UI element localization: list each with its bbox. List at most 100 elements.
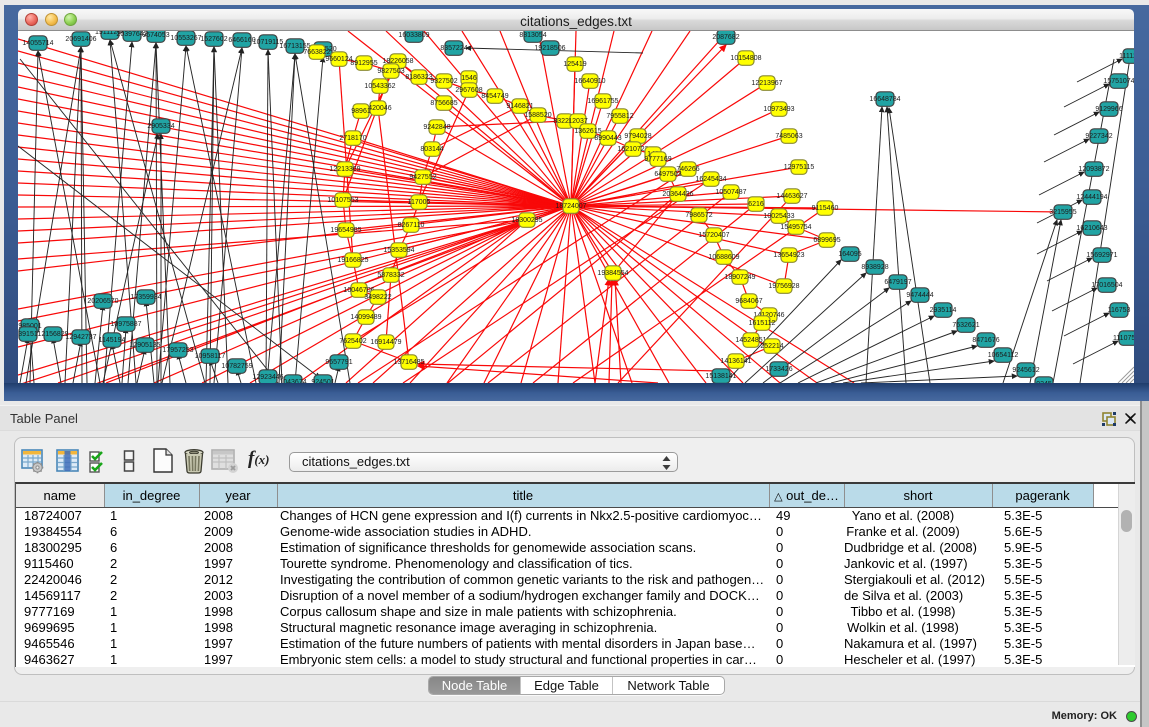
svg-text:15720407: 15720407 <box>698 232 729 239</box>
svg-text:9777169: 9777169 <box>644 156 671 163</box>
svg-text:18300295: 18300295 <box>511 217 542 224</box>
svg-text:6899695: 6899695 <box>813 237 840 244</box>
svg-text:7955812: 7955812 <box>606 113 633 120</box>
svg-text:9245: 9245 <box>1036 381 1052 383</box>
svg-text:9146821: 9146821 <box>506 103 533 110</box>
svg-text:8990443: 8990443 <box>594 135 621 142</box>
svg-text:19756928: 19756928 <box>768 283 799 290</box>
svg-text:3498222: 3498222 <box>364 294 391 301</box>
svg-text:9674053: 9674053 <box>142 32 169 39</box>
svg-text:9474444: 9474444 <box>906 292 933 299</box>
svg-text:20364436: 20364436 <box>662 191 693 198</box>
svg-text:12156829: 12156829 <box>37 331 68 338</box>
svg-text:14136141: 14136141 <box>720 358 751 365</box>
svg-text:116753: 116753 <box>1108 307 1131 314</box>
svg-text:10543362: 10543362 <box>364 83 395 90</box>
svg-text:7663822: 7663822 <box>303 49 330 56</box>
svg-text:5878332: 5878332 <box>377 272 404 279</box>
svg-text:9657791: 9657791 <box>325 359 352 366</box>
svg-text:15692971: 15692971 <box>1086 252 1117 259</box>
svg-text:3215955: 3215955 <box>1049 209 1076 216</box>
svg-text:8938928: 8938928 <box>861 264 888 271</box>
svg-text:2905334: 2905334 <box>147 123 174 130</box>
svg-text:11107537: 11107537 <box>1113 335 1134 342</box>
svg-text:9115460: 9115460 <box>812 205 839 212</box>
svg-text:2967608: 2967608 <box>455 87 482 94</box>
svg-text:2935114: 2935114 <box>930 307 957 314</box>
svg-text:10975887: 10975887 <box>110 321 141 328</box>
svg-text:1145194: 1145194 <box>99 337 126 344</box>
svg-text:18724007: 18724007 <box>555 203 586 210</box>
svg-text:1733426: 1733426 <box>765 366 792 373</box>
svg-text:1043674: 1043674 <box>279 379 306 383</box>
svg-text:6216: 6216 <box>748 201 764 208</box>
svg-text:8454749: 8454749 <box>481 93 508 100</box>
svg-text:10507487: 10507487 <box>715 189 746 196</box>
svg-text:9827503: 9827503 <box>377 68 404 75</box>
svg-text:2087682: 2087682 <box>712 34 739 41</box>
svg-text:9427552: 9427552 <box>409 174 436 181</box>
svg-text:12444194: 12444194 <box>1076 194 1107 201</box>
svg-text:15353594: 15353594 <box>383 247 414 254</box>
svg-text:9660124: 9660124 <box>325 56 352 63</box>
svg-text:10553267: 10553267 <box>170 35 201 42</box>
svg-text:1111264: 1111264 <box>1119 53 1134 60</box>
svg-text:7625402: 7625402 <box>339 338 366 345</box>
svg-text:16914479: 16914479 <box>370 339 401 346</box>
svg-text:1588520: 1588520 <box>524 112 551 119</box>
svg-text:14099489: 14099489 <box>350 314 381 321</box>
svg-text:16210722: 16210722 <box>617 146 648 153</box>
svg-text:6466160: 6466160 <box>228 37 255 44</box>
svg-text:10782759: 10782759 <box>221 363 252 370</box>
svg-text:16640910: 16640910 <box>574 78 605 85</box>
svg-text:14463627: 14463627 <box>776 193 807 200</box>
svg-text:12213967: 12213967 <box>751 80 782 87</box>
svg-text:14055714: 14055714 <box>22 40 53 47</box>
svg-text:10654112: 10654112 <box>988 352 1019 359</box>
svg-text:10107553: 10107553 <box>327 197 358 204</box>
svg-text:9242848: 9242848 <box>423 124 450 131</box>
svg-text:8357224: 8357224 <box>440 45 467 52</box>
svg-text:252214: 252214 <box>760 343 783 350</box>
svg-text:16648784: 16648784 <box>869 96 900 103</box>
svg-text:16245434: 16245434 <box>695 176 726 183</box>
svg-text:16961755: 16961755 <box>587 98 618 105</box>
svg-text:7632621: 7632621 <box>952 322 979 329</box>
svg-text:10958117: 10958117 <box>195 353 226 360</box>
svg-text:10154808: 10154808 <box>730 55 761 62</box>
svg-text:18907249: 18907249 <box>724 274 755 281</box>
svg-text:10973493: 10973493 <box>763 106 794 113</box>
svg-text:7986572: 7986572 <box>685 212 712 219</box>
svg-text:8471676: 8471676 <box>972 337 999 344</box>
svg-text:1362615: 1362615 <box>574 128 601 135</box>
svg-text:1615112: 1615112 <box>749 320 776 327</box>
svg-text:17957253: 17957253 <box>162 347 193 354</box>
svg-text:1546: 1546 <box>461 75 477 82</box>
svg-text:9327502: 9327502 <box>430 78 457 85</box>
svg-text:117005: 117005 <box>408 199 431 206</box>
svg-text:39151: 39151 <box>18 331 38 338</box>
svg-text:2718170: 2718170 <box>339 135 366 142</box>
svg-text:6497503: 6497503 <box>654 171 681 178</box>
svg-text:19654985: 19654985 <box>330 227 361 234</box>
svg-text:8186323: 8186323 <box>405 74 432 81</box>
svg-text:8267110: 8267110 <box>398 222 425 229</box>
svg-text:8756685: 8756685 <box>430 100 457 107</box>
svg-text:15751074: 15751074 <box>1103 78 1134 85</box>
svg-text:19218506: 19218506 <box>534 45 565 52</box>
svg-text:12213369: 12213369 <box>329 166 360 173</box>
svg-text:12905135: 12905135 <box>129 342 160 349</box>
svg-text:924501: 924501 <box>311 379 334 383</box>
svg-text:9245612: 9245612 <box>1012 367 1039 374</box>
svg-text:12942737: 12942737 <box>65 334 96 341</box>
svg-text:13716485: 13716485 <box>393 359 424 366</box>
svg-text:8912955: 8912955 <box>350 60 377 67</box>
svg-text:1527602: 1527602 <box>200 36 227 43</box>
svg-text:20691406: 20691406 <box>65 36 96 43</box>
svg-text:9129966: 9129966 <box>1095 106 1122 113</box>
svg-text:16033809: 16033809 <box>398 32 429 39</box>
svg-text:16210643: 16210643 <box>1076 225 1107 232</box>
svg-text:12975115: 12975115 <box>784 164 815 171</box>
svg-text:19166825: 19166825 <box>337 257 368 264</box>
svg-text:164095: 164095 <box>838 251 861 258</box>
